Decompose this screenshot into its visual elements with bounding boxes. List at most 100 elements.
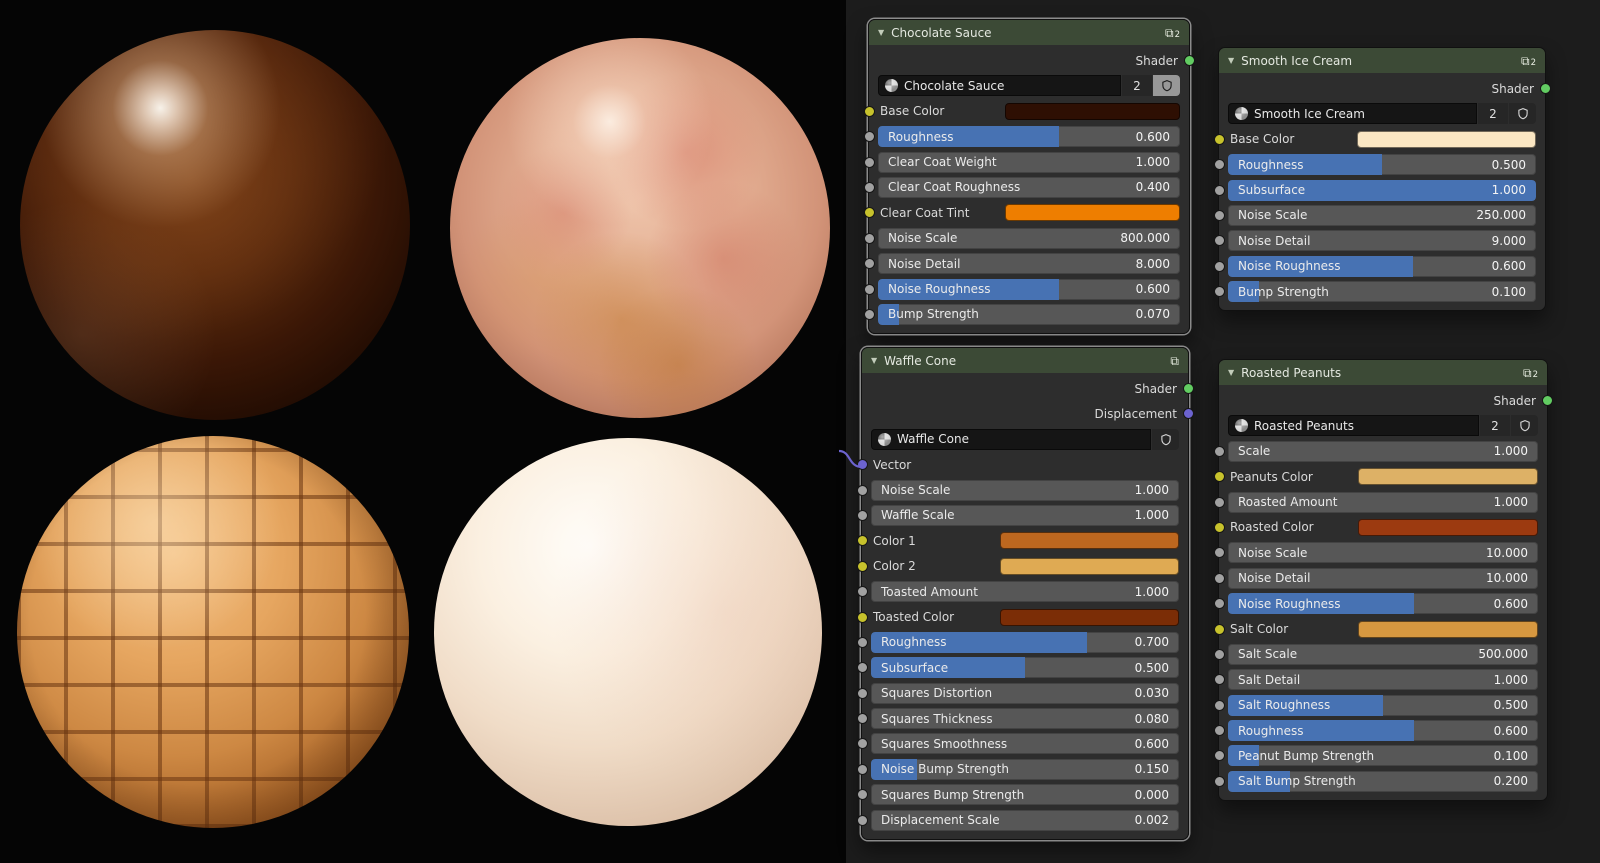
color-swatch-base-color[interactable]	[1357, 131, 1536, 148]
socket-input-noise-detail[interactable]	[864, 258, 875, 269]
socket-input-roughness[interactable]	[1214, 159, 1225, 170]
socket-input-noise-scale[interactable]	[864, 233, 875, 244]
number-field-clear-coat-roughness[interactable]: Clear Coat Roughness0.400	[878, 177, 1180, 198]
socket-input-bump-strength[interactable]	[864, 309, 875, 320]
number-field-noise-detail[interactable]: Noise Detail9.000	[1228, 230, 1536, 251]
material-selector[interactable]: Waffle Cone	[871, 429, 1179, 450]
socket-input-clear-coat-weight[interactable]	[864, 157, 875, 168]
number-field-salt-detail[interactable]: Salt Detail1.000	[1228, 669, 1538, 690]
slider-salt-roughness[interactable]: Salt Roughness0.500	[1228, 695, 1538, 716]
node-chocolate-sauce[interactable]: ▼Chocolate Sauce⧉2ShaderChocolate Sauce2…	[868, 19, 1190, 334]
number-field-squares-thickness[interactable]: Squares Thickness0.080	[871, 708, 1179, 729]
socket-input-noise-scale[interactable]	[1214, 210, 1225, 221]
row-roughness[interactable]: Roughness0.500	[1228, 154, 1536, 175]
socket-output-shader[interactable]	[1183, 383, 1194, 394]
row-displacement-scale[interactable]: Displacement Scale0.002	[871, 810, 1179, 831]
fake-user-shield-button[interactable]	[1509, 103, 1536, 124]
row-noise-scale[interactable]: Noise Scale1.000	[871, 480, 1179, 501]
row-noise-detail[interactable]: Noise Detail8.000	[878, 253, 1180, 274]
socket-input-noise-detail[interactable]	[1214, 235, 1225, 246]
number-field-roasted-amount[interactable]: Roasted Amount1.000	[1228, 492, 1538, 513]
socket-input-noise-roughness[interactable]	[1214, 261, 1225, 272]
number-field-squares-smoothness[interactable]: Squares Smoothness0.600	[871, 733, 1179, 754]
row-clear-coat-tint[interactable]: Clear Coat Tint	[878, 202, 1180, 223]
row-squares-distortion[interactable]: Squares Distortion0.030	[871, 683, 1179, 704]
socket-input-peanut-bump-strength[interactable]	[1214, 750, 1225, 761]
socket-input-salt-detail[interactable]	[1214, 674, 1225, 685]
fake-user-shield-button[interactable]	[1153, 75, 1180, 96]
socket-input-waffle-scale[interactable]	[857, 510, 868, 521]
color-swatch-roasted-color[interactable]	[1358, 519, 1538, 536]
row-toasted-amount[interactable]: Toasted Amount1.000	[871, 581, 1179, 602]
socket-input-roughness[interactable]	[1214, 725, 1225, 736]
row-noise-scale[interactable]: Noise Scale10.000	[1228, 542, 1538, 563]
row-roughness[interactable]: Roughness0.700	[871, 632, 1179, 653]
socket-output-displacement[interactable]	[1183, 408, 1194, 419]
material-users-count-button[interactable]: 2	[1480, 415, 1510, 436]
node-header-waffle-cone[interactable]: ▼Waffle Cone⧉	[862, 348, 1188, 373]
socket-input-salt-bump-strength[interactable]	[1214, 776, 1225, 787]
row-base-color[interactable]: Base Color	[1228, 129, 1536, 150]
material-name-field[interactable]: Smooth Ice Cream	[1228, 103, 1477, 124]
row-color-1[interactable]: Color 1	[871, 530, 1179, 551]
number-field-scale[interactable]: Scale1.000	[1228, 441, 1538, 462]
number-field-salt-scale[interactable]: Salt Scale500.000	[1228, 644, 1538, 665]
row-subsurface[interactable]: Subsurface1.000	[1228, 180, 1536, 201]
number-field-toasted-amount[interactable]: Toasted Amount1.000	[871, 581, 1179, 602]
number-field-waffle-scale[interactable]: Waffle Scale1.000	[871, 505, 1179, 526]
row-noise-detail[interactable]: Noise Detail9.000	[1228, 230, 1536, 251]
socket-input-salt-roughness[interactable]	[1214, 700, 1225, 711]
socket-input-squares-bump-strength[interactable]	[857, 789, 868, 800]
slider-roughness[interactable]: Roughness0.600	[878, 126, 1180, 147]
node-header-chocolate-sauce[interactable]: ▼Chocolate Sauce⧉2	[869, 20, 1189, 45]
collapse-chevron-icon[interactable]: ▼	[871, 357, 877, 365]
collapse-chevron-icon[interactable]: ▼	[1228, 369, 1234, 377]
material-users-count-button[interactable]: 2	[1122, 75, 1152, 96]
color-swatch-color-2[interactable]	[1000, 558, 1179, 575]
number-field-clear-coat-weight[interactable]: Clear Coat Weight1.000	[878, 152, 1180, 173]
slider-roughness[interactable]: Roughness0.500	[1228, 154, 1536, 175]
socket-input-noise-scale[interactable]	[857, 485, 868, 496]
socket-input-squares-thickness[interactable]	[857, 713, 868, 724]
socket-input-clear-coat-roughness[interactable]	[864, 182, 875, 193]
socket-input-noise-roughness[interactable]	[864, 284, 875, 295]
slider-noise-roughness[interactable]: Noise Roughness0.600	[1228, 256, 1536, 277]
socket-input-subsurface[interactable]	[857, 662, 868, 673]
number-field-noise-detail[interactable]: Noise Detail8.000	[878, 253, 1180, 274]
fake-user-shield-button[interactable]	[1511, 415, 1538, 436]
node-roasted-peanuts[interactable]: ▼Roasted Peanuts⧉2ShaderRoasted Peanuts2…	[1218, 359, 1548, 801]
material-name-field[interactable]: Waffle Cone	[871, 429, 1151, 450]
row-noise-roughness[interactable]: Noise Roughness0.600	[1228, 593, 1538, 614]
row-roasted-amount[interactable]: Roasted Amount1.000	[1228, 492, 1538, 513]
row-salt-color[interactable]: Salt Color	[1228, 619, 1538, 640]
number-field-displacement-scale[interactable]: Displacement Scale0.002	[871, 810, 1179, 831]
row-waffle-scale[interactable]: Waffle Scale1.000	[871, 505, 1179, 526]
slider-noise-bump-strength[interactable]: Noise Bump Strength0.150	[871, 759, 1179, 780]
row-noise-roughness[interactable]: Noise Roughness0.600	[878, 279, 1180, 300]
color-swatch-toasted-color[interactable]	[1000, 609, 1179, 626]
row-toasted-color[interactable]: Toasted Color	[871, 607, 1179, 628]
color-swatch-color-1[interactable]	[1000, 532, 1179, 549]
row-noise-roughness[interactable]: Noise Roughness0.600	[1228, 256, 1536, 277]
row-bump-strength[interactable]: Bump Strength0.100	[1228, 281, 1536, 302]
slider-bump-strength[interactable]: Bump Strength0.100	[1228, 281, 1536, 302]
number-field-squares-bump-strength[interactable]: Squares Bump Strength0.000	[871, 784, 1179, 805]
color-swatch-clear-coat-tint[interactable]	[1005, 204, 1180, 221]
row-roughness[interactable]: Roughness0.600	[1228, 720, 1538, 741]
socket-output-shader[interactable]	[1184, 55, 1195, 66]
slider-bump-strength[interactable]: Bump Strength0.070	[878, 304, 1180, 325]
color-swatch-salt-color[interactable]	[1358, 621, 1538, 638]
row-noise-detail[interactable]: Noise Detail10.000	[1228, 568, 1538, 589]
slider-subsurface[interactable]: Subsurface1.000	[1228, 180, 1536, 201]
slider-noise-roughness[interactable]: Noise Roughness0.600	[878, 279, 1180, 300]
material-selector[interactable]: Smooth Ice Cream2	[1228, 103, 1536, 124]
row-squares-smoothness[interactable]: Squares Smoothness0.600	[871, 733, 1179, 754]
socket-input-base-color[interactable]	[864, 106, 875, 117]
number-field-noise-scale[interactable]: Noise Scale250.000	[1228, 205, 1536, 226]
row-color-2[interactable]: Color 2	[871, 556, 1179, 577]
collapse-chevron-icon[interactable]: ▼	[878, 29, 884, 37]
material-selector[interactable]: Roasted Peanuts2	[1228, 415, 1538, 436]
number-field-noise-scale[interactable]: Noise Scale800.000	[878, 228, 1180, 249]
socket-input-roasted-color[interactable]	[1214, 522, 1225, 533]
color-swatch-peanuts-color[interactable]	[1358, 468, 1538, 485]
